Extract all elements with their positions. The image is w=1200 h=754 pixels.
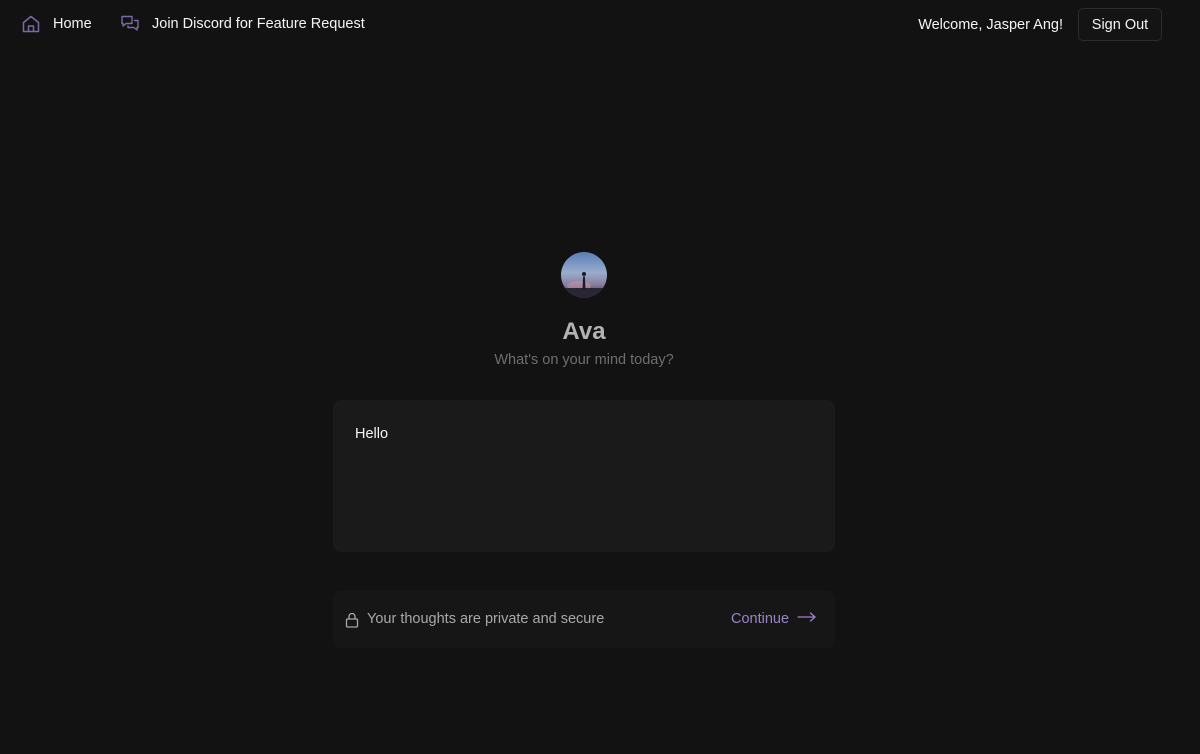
welcome-text: Welcome, Jasper Ang! <box>918 17 1063 33</box>
privacy-notice: Your thoughts are private and secure <box>367 611 605 627</box>
sign-out-button[interactable]: Sign Out <box>1078 8 1162 41</box>
persona-subtitle: What's on your mind today? <box>494 352 674 368</box>
thought-input-value: Hello <box>355 426 389 442</box>
nav-discord-label: Join Discord for Feature Request <box>152 16 365 32</box>
lock-icon <box>345 612 359 633</box>
entry-footer: Your thoughts are private and secure Con… <box>333 590 835 648</box>
continue-label: Continue <box>731 611 790 627</box>
arrow-right-icon <box>797 611 817 627</box>
nav-discord-link[interactable]: Join Discord for Feature Request <box>120 14 365 34</box>
continue-button[interactable]: Continue <box>731 611 817 627</box>
chat-bubbles-icon <box>120 14 140 34</box>
nav-home-label: Home <box>53 16 92 32</box>
thought-input[interactable]: Hello <box>333 400 835 552</box>
nav-home-link[interactable]: Home <box>21 14 92 34</box>
persona-name: Ava <box>562 318 606 345</box>
persona-avatar <box>561 252 607 298</box>
top-nav-bar: Home Join Discord for Feature Request We… <box>0 0 1200 50</box>
home-icon <box>21 14 41 34</box>
